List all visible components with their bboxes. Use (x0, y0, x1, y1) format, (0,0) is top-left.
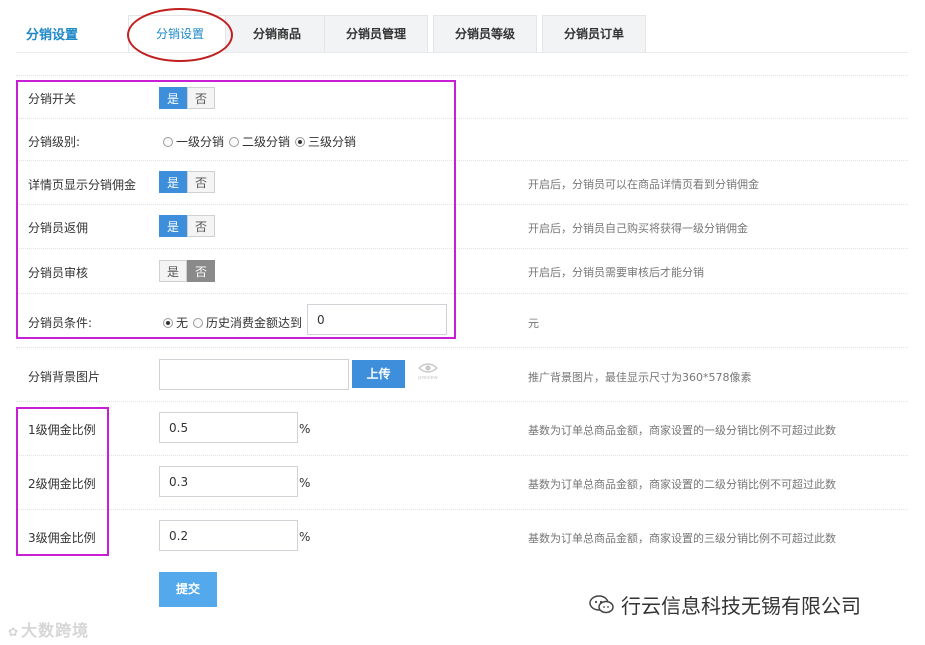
svg-text:preview: preview (418, 375, 438, 381)
background-image-field[interactable] (159, 359, 349, 390)
submit-button[interactable]: 提交 (159, 572, 217, 607)
wechat-icon (589, 594, 614, 613)
detail-commission-hint: 开启后，分销员可以在商品详情页看到分销佣金 (528, 178, 759, 191)
watermark-right: 行云信息科技无锡有限公司 (589, 590, 861, 619)
level1-percent-unit: % (299, 422, 311, 436)
tab-distributor-levels[interactable]: 分销员等级 (433, 15, 537, 52)
watermark-logo-icon: ✿ (8, 625, 20, 639)
annotation-box-ratios (16, 407, 109, 556)
row-divider (16, 455, 908, 456)
row-divider (16, 509, 908, 510)
annotation-circle (127, 8, 233, 62)
tab-distributor-management[interactable]: 分销员管理 (324, 15, 428, 52)
upload-button[interactable]: 上传 (352, 360, 405, 388)
background-image-label: 分销背景图片 (28, 370, 101, 384)
level2-percent-unit: % (299, 476, 311, 490)
level2-ratio-hint: 基数为订单总商品金额，商家设置的二级分销比例不可超过此数 (528, 478, 836, 491)
annotation-box-settings (16, 80, 456, 339)
level3-ratio-input[interactable] (159, 520, 298, 551)
audit-hint: 开启后，分销员需要审核后才能分销 (528, 266, 704, 279)
rebate-hint: 开启后，分销员自己购买将获得一级分销佣金 (528, 222, 748, 235)
background-image-hint: 推广背景图片，最佳显示尺寸为360*578像素 (528, 371, 752, 384)
level2-ratio-input[interactable] (159, 466, 298, 497)
preview-eye-icon[interactable]: preview (416, 361, 440, 381)
tab-distribution-products[interactable]: 分销商品 (225, 15, 329, 52)
row-divider (16, 347, 908, 348)
tab-distributor-orders[interactable]: 分销员订单 (542, 15, 646, 52)
condition-unit: 元 (528, 317, 539, 330)
row-divider (16, 75, 908, 76)
row-divider (16, 401, 908, 402)
level3-percent-unit: % (299, 530, 311, 544)
watermark-left: ✿ 大数跨境 (8, 621, 90, 640)
level1-ratio-hint: 基数为订单总商品金额，商家设置的一级分销比例不可超过此数 (528, 424, 836, 437)
level3-ratio-hint: 基数为订单总商品金额，商家设置的三级分销比例不可超过此数 (528, 532, 836, 545)
page-title: 分销设置 (26, 28, 79, 43)
level1-ratio-input[interactable] (159, 412, 298, 443)
